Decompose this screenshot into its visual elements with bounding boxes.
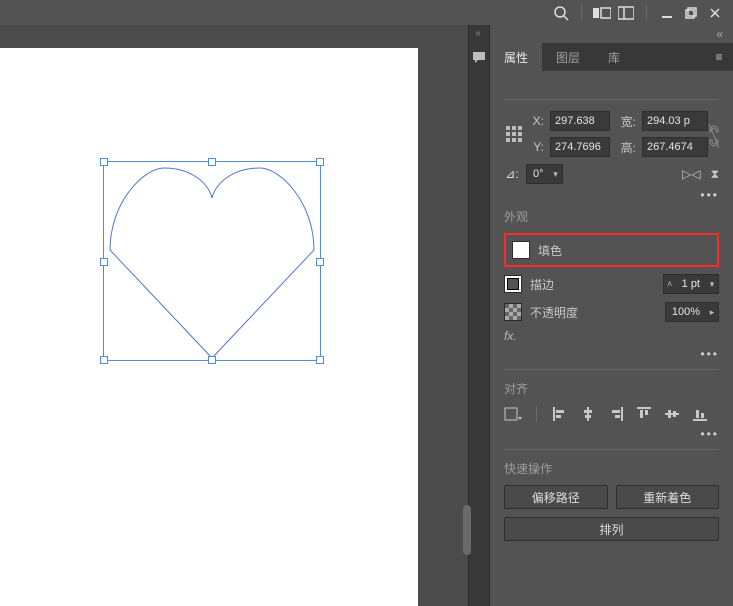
panel-tabs: 属性 图层 库 ≡ [490,43,733,71]
flip-horizontal-icon[interactable]: ▷◁ [682,167,700,182]
align-bottom-icon[interactable] [691,405,709,423]
opacity-label: 不透明度 [530,304,578,321]
stroke-label: 描边 [530,276,554,293]
comments-icon[interactable] [472,51,486,68]
rotate-dropdown-icon[interactable]: ▾ [550,169,562,180]
tab-properties[interactable]: 属性 [490,43,542,71]
h-input[interactable]: 267.4674 [642,137,708,157]
appearance-title: 外观 [504,208,719,225]
artboard[interactable] [0,48,418,606]
recolor-button[interactable]: 重新着色 [616,485,720,509]
quick-actions-title: 快速操作 [504,460,719,477]
minimize-button[interactable] [655,3,679,23]
handle-s[interactable] [208,356,216,364]
handle-w[interactable] [100,258,108,266]
workspace-switcher-icon[interactable] [590,3,614,23]
x-input[interactable]: 297.638 [550,111,610,131]
heart-shape[interactable] [104,162,320,360]
handle-se[interactable] [316,356,324,364]
divider [504,369,719,370]
close-button[interactable] [703,3,727,23]
arrange-documents-icon[interactable] [614,3,638,23]
w-label: 宽: [616,113,636,130]
flip-vertical-icon[interactable]: ⧗ [711,167,719,182]
y-input[interactable]: 274.7696 [550,137,610,157]
rotate-label-icon: ⊿: [504,167,520,181]
stroke-weight-input[interactable]: ˄ 1 pt ▾ [663,274,719,294]
opacity-input[interactable]: 100% ▸ [665,302,719,322]
opacity-swatch[interactable] [504,303,522,321]
align-right-icon[interactable] [607,405,625,423]
fx-button[interactable]: fx. [504,329,719,343]
stroke-swatch[interactable] [504,275,522,293]
align-hcenter-icon[interactable] [579,405,597,423]
w-input[interactable]: 294.03 p [642,111,708,131]
offset-path-button[interactable]: 偏移路径 [504,485,608,509]
handle-ne[interactable] [316,158,324,166]
handle-n[interactable] [208,158,216,166]
handle-e[interactable] [316,258,324,266]
handle-nw[interactable] [100,158,108,166]
appearance-more-icon[interactable]: ••• [504,347,719,359]
align-row [504,405,719,423]
titlebar [0,0,733,25]
x-label: X: [530,114,544,128]
divider [646,5,647,21]
panel-resize-handle[interactable] [463,505,471,555]
divider [504,99,719,100]
ruler-horizontal [0,25,468,48]
opacity-flyout-icon[interactable]: ▸ [706,307,718,318]
tab-library[interactable]: 库 [594,43,634,71]
align-left-icon[interactable] [551,405,569,423]
handle-sw[interactable] [100,356,108,364]
transform-section: X: 297.638 宽: 294.03 p Y: 274.7696 高: 26… [504,110,719,158]
fill-row-highlight: 填色 [504,233,719,267]
tab-layers[interactable]: 图层 [542,43,594,71]
align-top-icon[interactable] [635,405,653,423]
y-label: Y: [530,140,544,154]
artboard-zone[interactable] [0,48,468,606]
dock-collapse-toggle[interactable]: « [475,25,483,43]
canvas-area [0,25,468,606]
align-vcenter-icon[interactable] [663,405,681,423]
align-more-icon[interactable]: ••• [504,427,719,439]
arrange-button[interactable]: 排列 [504,517,719,541]
fill-swatch[interactable] [512,241,530,259]
selection-bounds[interactable] [103,161,321,361]
divider [536,406,537,422]
align-title: 对齐 [504,380,719,397]
transform-more-icon[interactable]: ••• [504,188,719,200]
rotate-input[interactable]: 0° ▾ [526,164,563,184]
maximize-button[interactable] [679,3,703,23]
link-wh-icon[interactable] [707,124,721,151]
fill-label: 填色 [538,242,562,259]
h-label: 高: [616,139,636,156]
reference-point-grid[interactable] [504,124,524,144]
stepper-up-icon[interactable]: ˄ [664,279,676,289]
panel-collapse-toggle[interactable]: « [716,27,723,41]
divider [581,5,582,21]
divider [504,449,719,450]
properties-panel: « 属性 图层 库 ≡ X: 297.638 宽: 294.03 p [489,25,733,606]
align-to-dropdown[interactable] [504,405,522,423]
dock-strip: « [468,25,489,606]
panel-menu-icon[interactable]: ≡ [705,43,733,71]
stepper-dropdown-icon[interactable]: ▾ [706,279,718,290]
search-icon[interactable] [549,3,573,23]
